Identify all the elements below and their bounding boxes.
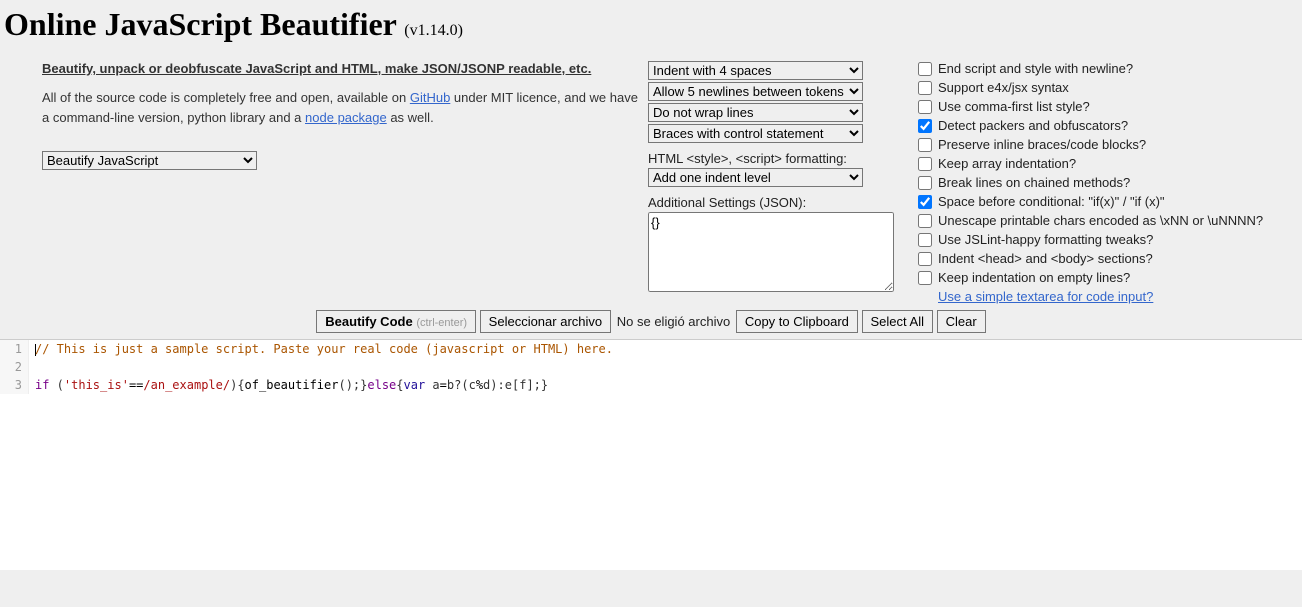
checkbox-option[interactable]: Unescape printable chars encoded as \xNN… <box>918 213 1294 228</box>
beautify-button[interactable]: Beautify Code (ctrl-enter) <box>316 310 476 333</box>
file-status: No se eligió archivo <box>617 314 730 329</box>
code-line[interactable]: // This is just a sample script. Paste y… <box>29 340 1302 358</box>
checkbox-option[interactable]: Keep indentation on empty lines? <box>918 270 1294 285</box>
checkbox-label: Keep array indentation? <box>938 156 1076 171</box>
checkbox-option[interactable]: Keep array indentation? <box>918 156 1294 171</box>
code-line[interactable]: if ('this_is'==/an_example/){of_beautifi… <box>29 376 1302 394</box>
checkbox-label: Use comma-first list style? <box>938 99 1090 114</box>
select-all-button[interactable]: Select All <box>862 310 933 333</box>
simple-textarea-link[interactable]: Use a simple textarea for code input? <box>938 289 1153 304</box>
subheading: Beautify, unpack or deobfuscate JavaScri… <box>42 61 648 76</box>
button-bar: Beautify Code (ctrl-enter) Seleccionar a… <box>0 304 1302 339</box>
format-options-column: Indent with 4 spaces Allow 5 newlines be… <box>648 61 908 295</box>
file-select-button[interactable]: Seleccionar archivo <box>480 310 611 333</box>
checkbox[interactable] <box>918 233 932 247</box>
line-number: 2 <box>0 358 29 376</box>
checkbox[interactable] <box>918 252 932 266</box>
title-version: (v1.14.0) <box>404 22 463 39</box>
checkbox[interactable] <box>918 176 932 190</box>
checkbox-column: End script and style with newline? Suppor… <box>908 61 1294 304</box>
newlines-select[interactable]: Allow 5 newlines between tokens <box>648 82 863 101</box>
checkbox-option[interactable]: End script and style with newline? <box>918 61 1294 76</box>
github-link[interactable]: GitHub <box>410 90 450 105</box>
checkbox[interactable] <box>918 271 932 285</box>
checkbox-label: End script and style with newline? <box>938 61 1133 76</box>
checkbox-option[interactable]: Use comma-first list style? <box>918 99 1294 114</box>
checkbox-label: Support e4x/jsx syntax <box>938 80 1069 95</box>
additional-settings-input[interactable] <box>648 212 894 292</box>
html-format-select[interactable]: Add one indent level <box>648 168 863 187</box>
checkbox[interactable] <box>918 138 932 152</box>
code-line[interactable] <box>29 358 1302 376</box>
checkbox-option[interactable]: Space before conditional: "if(x)" / "if … <box>918 194 1294 209</box>
checkbox[interactable] <box>918 119 932 133</box>
braces-select[interactable]: Braces with control statement <box>648 124 863 143</box>
clear-button[interactable]: Clear <box>937 310 986 333</box>
checkbox[interactable] <box>918 157 932 171</box>
line-number: 1 <box>0 340 29 358</box>
indent-select[interactable]: Indent with 4 spaces <box>648 61 863 80</box>
page-title: Online JavaScript Beautifier (v1.14.0) <box>4 6 1302 43</box>
wrap-select[interactable]: Do not wrap lines <box>648 103 863 122</box>
checkbox[interactable] <box>918 195 932 209</box>
checkbox-label: Break lines on chained methods? <box>938 175 1130 190</box>
checkbox-label: Space before conditional: "if(x)" / "if … <box>938 194 1165 209</box>
node-package-link[interactable]: node package <box>305 110 387 125</box>
checkbox-label: Use JSLint-happy formatting tweaks? <box>938 232 1153 247</box>
checkbox[interactable] <box>918 81 932 95</box>
checkbox-option[interactable]: Indent <head> and <body> sections? <box>918 251 1294 266</box>
checkbox-option[interactable]: Support e4x/jsx syntax <box>918 80 1294 95</box>
code-editor[interactable]: 1 // This is just a sample script. Paste… <box>0 339 1302 570</box>
intro-column: Beautify, unpack or deobfuscate JavaScri… <box>8 61 648 172</box>
checkbox[interactable] <box>918 62 932 76</box>
checkbox-option[interactable]: Break lines on chained methods? <box>918 175 1294 190</box>
copy-button[interactable]: Copy to Clipboard <box>736 310 858 333</box>
checkbox-option[interactable]: Detect packers and obfuscators? <box>918 118 1294 133</box>
additional-settings-label: Additional Settings (JSON): <box>648 195 908 210</box>
checkbox-label: Unescape printable chars encoded as \xNN… <box>938 213 1263 228</box>
checkbox-label: Indent <head> and <body> sections? <box>938 251 1153 266</box>
mode-select[interactable]: Beautify JavaScript <box>42 151 257 170</box>
checkbox[interactable] <box>918 100 932 114</box>
checkbox-label: Keep indentation on empty lines? <box>938 270 1130 285</box>
checkbox-option[interactable]: Preserve inline braces/code blocks? <box>918 137 1294 152</box>
checkbox-label: Preserve inline braces/code blocks? <box>938 137 1146 152</box>
title-main: Online JavaScript Beautifier <box>4 6 404 42</box>
options-area: Beautify, unpack or deobfuscate JavaScri… <box>0 61 1302 304</box>
line-number: 3 <box>0 376 29 394</box>
html-format-label: HTML <style>, <script> formatting: <box>648 151 908 166</box>
description: All of the source code is completely fre… <box>42 88 648 127</box>
checkbox-option[interactable]: Use JSLint-happy formatting tweaks? <box>918 232 1294 247</box>
checkbox-label: Detect packers and obfuscators? <box>938 118 1128 133</box>
checkbox[interactable] <box>918 214 932 228</box>
